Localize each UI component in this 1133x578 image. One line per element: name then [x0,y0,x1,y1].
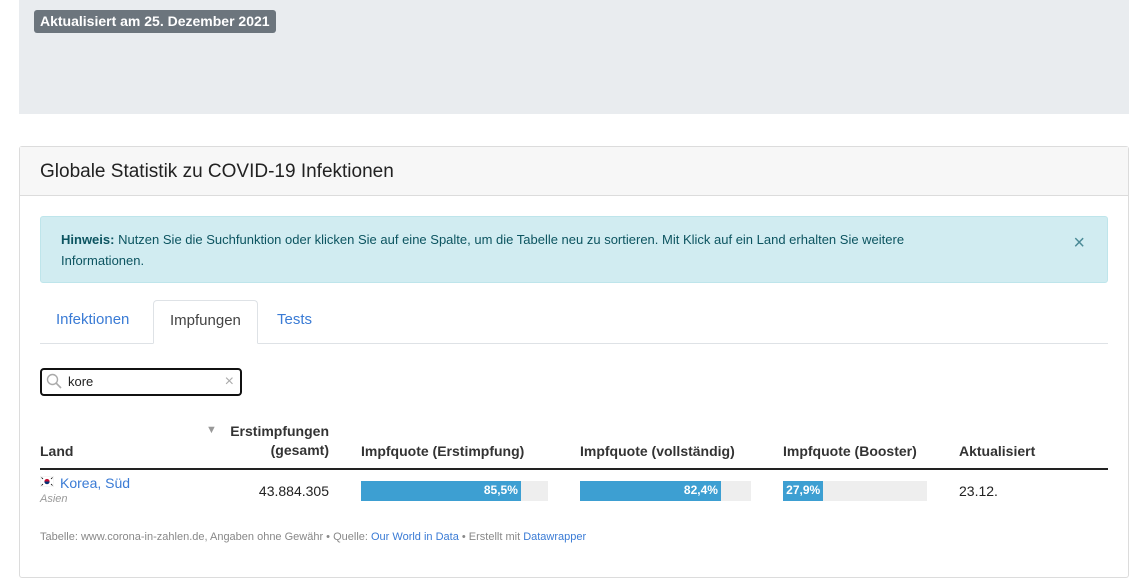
col-quote-first[interactable]: Impfquote (Erstimpfung) [361,443,524,459]
tab-infektionen[interactable]: Infektionen [40,300,145,342]
col-first-total-line2: (gesamt) [270,442,329,458]
close-icon[interactable]: × [1073,233,1085,254]
col-quote-booster[interactable]: Impfquote (Booster) [783,443,917,459]
search-box: × [40,368,242,396]
quote-full-label: 82,4% [683,483,718,497]
country-link[interactable]: Korea, Süd [60,475,130,491]
footer-prefix: Tabelle: www.corona-in-zahlen.de, Angabe… [40,531,371,543]
alert-label: Hinweis: [61,232,115,247]
table-header: Land ▼ Erstimpfungen (gesamt) Impfquote … [40,417,1108,470]
updated-value: 23.12. [959,483,998,499]
footer-middle: • Erstellt mit [458,531,524,543]
col-updated[interactable]: Aktualisiert [959,443,1035,459]
tab-impfungen[interactable]: Impfungen [153,300,258,344]
tab-bar: Infektionen Impfungen Tests [40,300,1108,344]
hint-alert: Hinweis: Nutzen Sie die Suchfunktion ode… [40,216,1108,283]
quote-booster-label: 27,9% [786,483,821,497]
col-first-total-line1: Erstimpfungen [230,423,329,439]
source-link[interactable]: Our World in Data [371,531,459,543]
alert-text: Hinweis: Nutzen Sie die Suchfunktion ode… [61,229,981,271]
card-title: Globale Statistik zu COVID-19 Infektione… [40,161,394,182]
first-total-value: 43.884.305 [258,483,329,499]
stats-card: Globale Statistik zu COVID-19 Infektione… [19,146,1129,578]
footer-note: Tabelle: www.corona-in-zahlen.de, Angabe… [40,531,586,543]
alert-message: Nutzen Sie die Suchfunktion oder klicken… [61,232,905,268]
card-header: Globale Statistik zu COVID-19 Infektione… [20,147,1128,196]
datawrapper-link[interactable]: Datawrapper [523,531,586,543]
quote-first-bar: 85,5% [361,481,548,501]
continent-label: Asien [40,493,68,505]
col-land[interactable]: Land [40,443,73,459]
quote-first-label: 85,5% [483,483,518,497]
col-quote-full[interactable]: Impfquote (vollständig) [580,443,735,459]
south-korea-flag-icon [40,476,54,487]
updated-badge: Aktualisiert am 25. Dezember 2021 [34,10,276,33]
tab-tests[interactable]: Tests [261,300,328,342]
search-icon [46,373,62,389]
search-input[interactable] [68,372,208,390]
table-row[interactable]: Korea, Süd Asien 43.884.305 85,5% 82,4% … [40,469,1108,513]
quote-full-bar: 82,4% [580,481,751,501]
quote-booster-bar: 27,9% [783,481,927,501]
col-first-total[interactable]: Erstimpfungen (gesamt) [208,423,329,458]
clear-search-icon[interactable]: × [225,370,234,394]
